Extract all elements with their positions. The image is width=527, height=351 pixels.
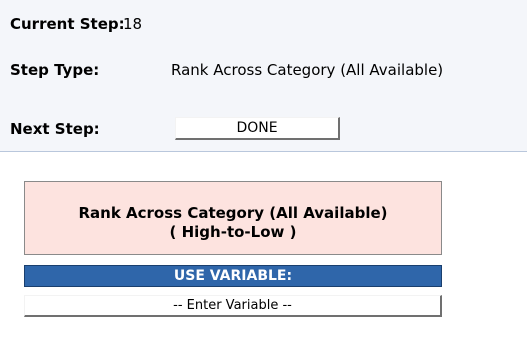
enter-variable-button[interactable]: -- Enter Variable --	[24, 295, 442, 317]
done-button[interactable]: DONE	[175, 117, 340, 140]
rank-order-label: ( High-to-Low )	[169, 223, 297, 241]
current-step-label: Current Step:	[10, 15, 125, 33]
step-type-label: Step Type:	[10, 61, 100, 79]
rank-method-title: Rank Across Category (All Available)	[78, 204, 388, 222]
rank-method-box: Rank Across Category (All Available) ( H…	[24, 181, 442, 255]
step-type-value: Rank Across Category (All Available)	[171, 61, 444, 79]
next-step-label: Next Step:	[10, 120, 100, 138]
current-step-value: 18	[123, 15, 143, 33]
step-info-panel: Current Step: 18 Step Type: Rank Across …	[0, 0, 527, 152]
use-variable-header: USE VARIABLE:	[24, 265, 442, 287]
